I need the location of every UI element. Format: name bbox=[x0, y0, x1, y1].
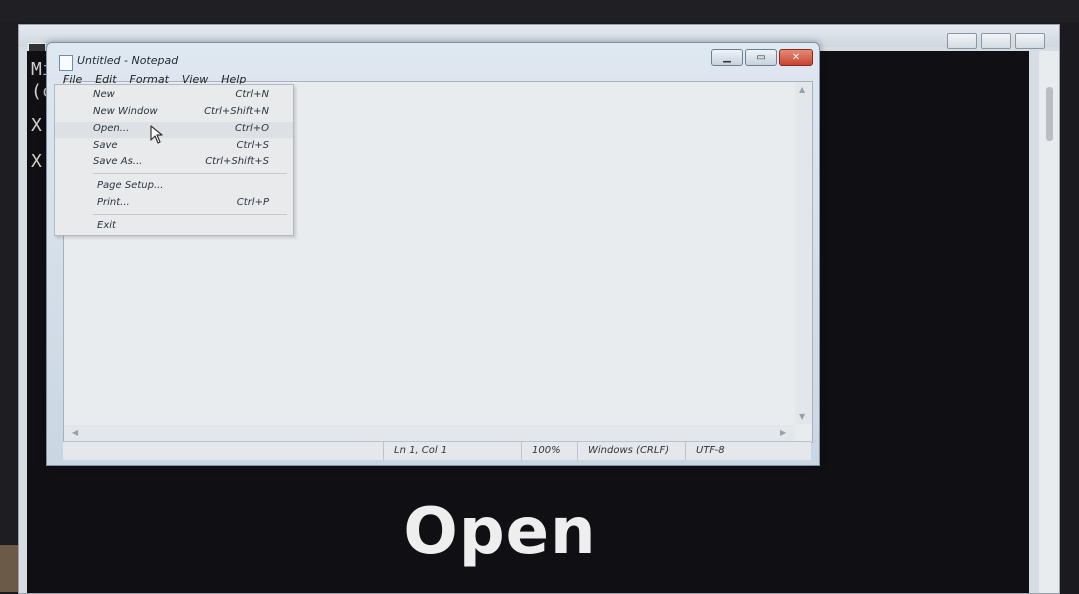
close-button[interactable]: ✕ bbox=[779, 49, 813, 66]
menu-item-shortcut: Ctrl+O bbox=[234, 123, 269, 134]
menu-item-page-setup[interactable]: Page Setup... bbox=[55, 179, 293, 195]
menu-item-open[interactable]: Open... Ctrl+O bbox=[55, 122, 293, 138]
status-zoom: 100% bbox=[521, 442, 572, 460]
file-menu-dropdown: New Ctrl+N New Window Ctrl+Shift+N Open.… bbox=[54, 84, 294, 236]
console-scrollbar[interactable] bbox=[1039, 51, 1059, 593]
maximize-icon: ▭ bbox=[756, 52, 766, 63]
menu-item-new-window[interactable]: New Window Ctrl+Shift+N bbox=[55, 105, 293, 121]
menu-item-label: Page Setup... bbox=[97, 180, 164, 191]
console-minimize-button[interactable] bbox=[947, 33, 977, 49]
horizontal-scrollbar[interactable]: ◀ ▶ bbox=[64, 425, 795, 442]
screen-bezel bbox=[0, 0, 1079, 22]
notepad-icon bbox=[59, 55, 73, 71]
scroll-right-icon[interactable]: ▶ bbox=[780, 428, 786, 437]
menu-item-exit[interactable]: Exit bbox=[55, 219, 293, 235]
console-window-buttons bbox=[947, 33, 1045, 49]
minimize-button[interactable]: ▁ bbox=[711, 49, 743, 66]
window-buttons: ▁ ▭ ✕ bbox=[711, 49, 815, 66]
console-maximize-button[interactable] bbox=[981, 33, 1011, 49]
menu-separator bbox=[93, 173, 287, 174]
menu-item-label: Print... bbox=[97, 197, 130, 208]
scroll-down-icon[interactable]: ▼ bbox=[799, 412, 805, 421]
menu-item-label: New bbox=[93, 89, 115, 100]
menu-item-label: Exit bbox=[97, 220, 116, 231]
status-line-ending: Windows (CRLF) bbox=[577, 442, 688, 460]
menu-item-new[interactable]: New Ctrl+N bbox=[55, 88, 293, 104]
console-scroll-thumb[interactable] bbox=[1046, 87, 1053, 141]
minimize-icon: ▁ bbox=[723, 52, 731, 63]
maximize-button[interactable]: ▭ bbox=[745, 49, 777, 66]
menu-item-shortcut: Ctrl+Shift+S bbox=[205, 156, 269, 167]
menu-item-label: New Window bbox=[93, 106, 158, 117]
mouse-pointer-icon bbox=[150, 125, 163, 144]
close-icon: ✕ bbox=[791, 52, 801, 63]
menu-item-shortcut: Ctrl+Shift+N bbox=[204, 106, 269, 117]
menu-item-save[interactable]: Save Ctrl+S bbox=[55, 139, 293, 155]
menu-item-shortcut: Ctrl+N bbox=[235, 89, 269, 100]
menu-item-label: Save As... bbox=[93, 156, 143, 167]
vertical-scrollbar[interactable]: ▲ ▼ bbox=[795, 82, 812, 424]
status-encoding: UTF-8 bbox=[685, 442, 796, 460]
menu-item-shortcut: Ctrl+S bbox=[236, 140, 269, 151]
screen-bezel-left bbox=[0, 22, 20, 545]
menu-item-label: Save bbox=[93, 140, 118, 151]
menu-separator bbox=[93, 214, 287, 215]
menu-item-label: Open... bbox=[93, 123, 130, 134]
scroll-left-icon[interactable]: ◀ bbox=[72, 428, 78, 437]
caption-overlay: Open bbox=[403, 495, 597, 569]
menu-item-save-as[interactable]: Save As... Ctrl+Shift+S bbox=[55, 155, 293, 171]
console-close-button[interactable] bbox=[1015, 33, 1045, 49]
window-title: Untitled - Notepad bbox=[77, 54, 179, 67]
status-bar: Ln 1, Col 1 100% Windows (CRLF) UTF-8 bbox=[63, 441, 811, 460]
status-position: Ln 1, Col 1 bbox=[383, 442, 514, 460]
menu-item-shortcut: Ctrl+P bbox=[236, 197, 269, 208]
menu-item-print[interactable]: Print... Ctrl+P bbox=[55, 196, 293, 212]
